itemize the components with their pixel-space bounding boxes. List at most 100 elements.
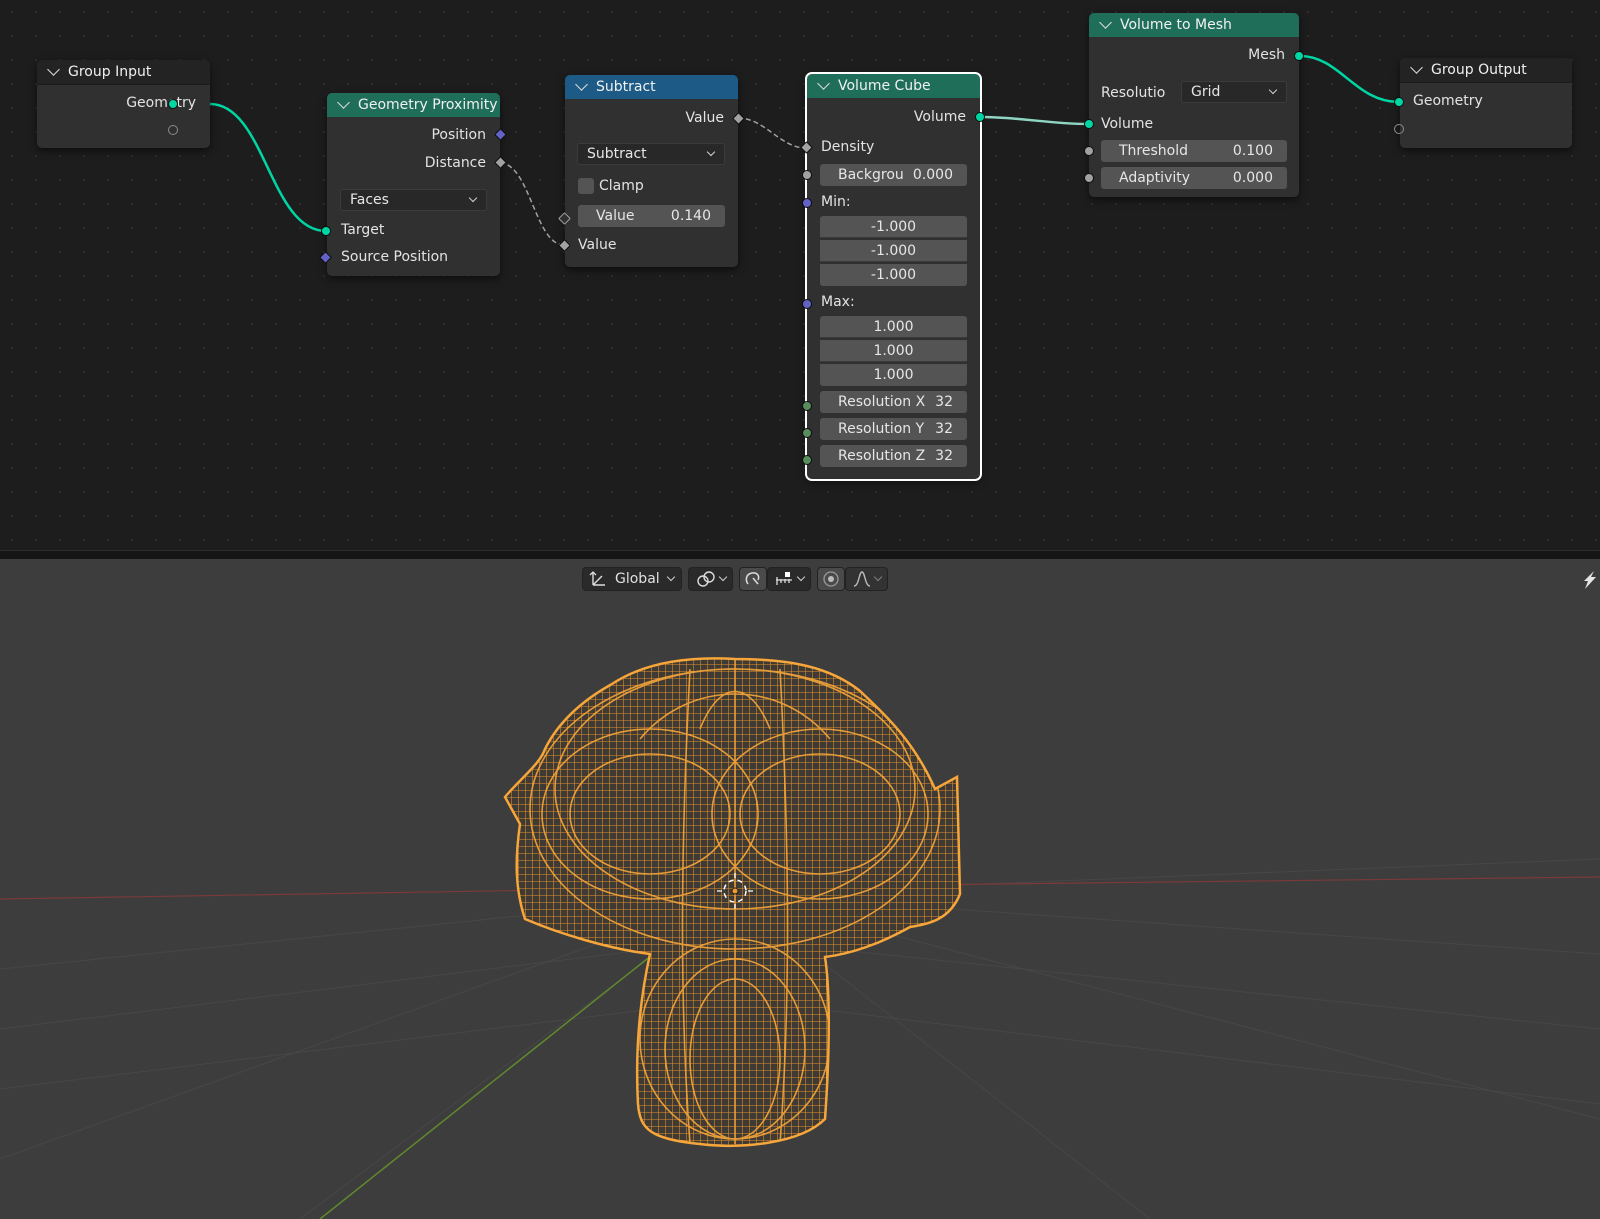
node-header[interactable]: Group Input xyxy=(37,60,210,85)
chevron-down-icon[interactable] xyxy=(1410,61,1423,74)
field-value: 0.140 xyxy=(670,208,711,224)
min-y-field[interactable]: -1.000 xyxy=(820,240,967,262)
input-socket-resolution-y[interactable] xyxy=(802,428,812,438)
suzanne-wireframe[interactable] xyxy=(0,559,1600,1219)
pivot-point-dropdown[interactable] xyxy=(688,567,733,591)
resolution-x-field[interactable]: Resolution X 32 xyxy=(820,391,967,413)
chevron-down-icon[interactable] xyxy=(47,63,60,76)
volume-to-mesh-node[interactable]: Volume to Mesh Mesh Resolutio Grid Volum… xyxy=(1089,13,1299,197)
resolution-dropdown[interactable]: Grid xyxy=(1181,81,1287,103)
input-socket-adaptivity[interactable] xyxy=(1084,173,1094,183)
min-x-field[interactable]: -1.000 xyxy=(820,216,967,238)
value-field[interactable]: Value 0.140 xyxy=(578,205,725,227)
chevron-down-icon[interactable] xyxy=(1099,16,1112,29)
max-y-field[interactable]: 1.000 xyxy=(820,340,967,362)
field-label: Resolution Z xyxy=(838,448,926,464)
field-value: 0.000 xyxy=(1232,170,1273,186)
node-header[interactable]: Volume to Mesh xyxy=(1089,13,1299,37)
input-socket-empty[interactable] xyxy=(1394,124,1404,134)
pivot-icon xyxy=(697,571,715,587)
resolution-y-field[interactable]: Resolution Y 32 xyxy=(820,418,967,440)
field-value: 32 xyxy=(935,421,953,437)
chevron-down-icon[interactable] xyxy=(337,96,350,109)
socket-label-target: Target xyxy=(341,222,385,238)
node-header[interactable]: Subtract xyxy=(565,75,738,99)
input-socket-geometry[interactable] xyxy=(1394,97,1404,107)
link-mesh-geometry[interactable] xyxy=(1299,54,1400,104)
chevron-down-icon xyxy=(468,193,478,203)
volume-cube-node[interactable]: Volume Cube Volume Density Backgrou 0.000… xyxy=(805,72,982,481)
output-socket-geometry[interactable] xyxy=(168,99,178,109)
field-value: 32 xyxy=(935,448,953,464)
input-socket-min[interactable] xyxy=(802,198,812,208)
field-value: 1.000 xyxy=(873,318,914,335)
group-output-node[interactable]: Group Output Geometry xyxy=(1400,58,1572,148)
field-label: Value xyxy=(596,208,635,224)
input-socket-threshold[interactable] xyxy=(1084,146,1094,156)
subtract-node[interactable]: Subtract Value Subtract Clamp Value 0.140… xyxy=(565,75,738,267)
link-value-density[interactable] xyxy=(737,117,807,149)
field-value: 0.000 xyxy=(912,167,953,183)
input-socket-target[interactable] xyxy=(321,226,331,236)
socket-label-geometry: Geometry xyxy=(126,95,196,111)
3d-viewport[interactable]: Global xyxy=(0,559,1600,1219)
node-title: Volume to Mesh xyxy=(1120,17,1232,33)
proportional-falloff-dropdown[interactable] xyxy=(845,567,888,591)
output-socket-mesh[interactable] xyxy=(1294,51,1304,61)
chevron-down-icon[interactable] xyxy=(817,77,830,90)
node-title: Subtract xyxy=(596,79,656,95)
input-socket-resolution-x[interactable] xyxy=(802,401,812,411)
adaptivity-field[interactable]: Adaptivity 0.000 xyxy=(1101,167,1287,189)
chevron-down-icon xyxy=(873,572,883,582)
node-title: Volume Cube xyxy=(838,78,931,94)
field-label: Resolution Y xyxy=(838,421,925,437)
dropdown-value: Subtract xyxy=(587,146,647,162)
geometry-proximity-node[interactable]: Geometry Proximity Position Distance Fac… xyxy=(327,93,500,276)
input-socket-background[interactable] xyxy=(802,170,812,180)
threshold-field[interactable]: Threshold 0.100 xyxy=(1101,140,1287,162)
field-label: Backgrou xyxy=(838,167,904,183)
operation-dropdown[interactable]: Subtract xyxy=(577,143,725,165)
field-value: 1.000 xyxy=(873,342,914,359)
link-distance-value[interactable] xyxy=(499,162,565,246)
link-geometry-target[interactable] xyxy=(209,102,327,233)
viewport-toolbar: Global xyxy=(582,567,888,591)
input-socket-volume[interactable] xyxy=(1084,119,1094,129)
node-header[interactable]: Geometry Proximity xyxy=(327,93,500,117)
node-editor[interactable]: Group Input Geometry Geometry Proximity … xyxy=(0,0,1600,550)
max-x-field[interactable]: 1.000 xyxy=(820,316,967,338)
node-header[interactable]: Volume Cube xyxy=(807,74,980,98)
socket-label-distance: Distance xyxy=(424,155,486,171)
field-label: Threshold xyxy=(1119,143,1188,159)
clamp-checkbox[interactable] xyxy=(578,178,594,194)
input-socket-resolution-z[interactable] xyxy=(802,455,812,465)
output-socket-empty[interactable] xyxy=(168,125,178,135)
input-socket-max[interactable] xyxy=(802,299,812,309)
socket-label-value: Value xyxy=(578,237,617,253)
socket-label-position: Position xyxy=(431,127,486,143)
output-socket-volume[interactable] xyxy=(975,112,985,122)
snap-toggle[interactable] xyxy=(739,567,767,591)
socket-label-density: Density xyxy=(821,139,875,155)
node-links xyxy=(209,54,1400,246)
field-value: 1.000 xyxy=(873,367,914,383)
socket-label-geometry: Geometry xyxy=(1413,93,1483,109)
cursor-tool-icon[interactable] xyxy=(1578,569,1598,591)
snap-increment-icon xyxy=(776,572,792,585)
node-title: Group Output xyxy=(1431,62,1527,78)
mode-dropdown[interactable]: Faces xyxy=(340,189,487,211)
chevron-down-icon[interactable] xyxy=(575,78,588,91)
node-header[interactable]: Group Output xyxy=(1400,58,1572,83)
snap-target-dropdown[interactable] xyxy=(767,567,811,591)
transform-orientation-dropdown[interactable]: Global xyxy=(582,567,682,591)
link-volume-volume[interactable] xyxy=(979,115,1089,126)
group-input-node[interactable]: Group Input Geometry xyxy=(37,60,210,148)
resolution-z-field[interactable]: Resolution Z 32 xyxy=(820,445,967,467)
node-title: Geometry Proximity xyxy=(358,97,498,113)
max-z-field[interactable]: 1.000 xyxy=(820,364,967,386)
falloff-curve-icon xyxy=(853,571,871,587)
min-z-field[interactable]: -1.000 xyxy=(820,264,967,286)
orientation-label: Global xyxy=(615,571,660,587)
proportional-edit-toggle[interactable] xyxy=(817,567,845,591)
background-field[interactable]: Backgrou 0.000 xyxy=(820,164,967,186)
